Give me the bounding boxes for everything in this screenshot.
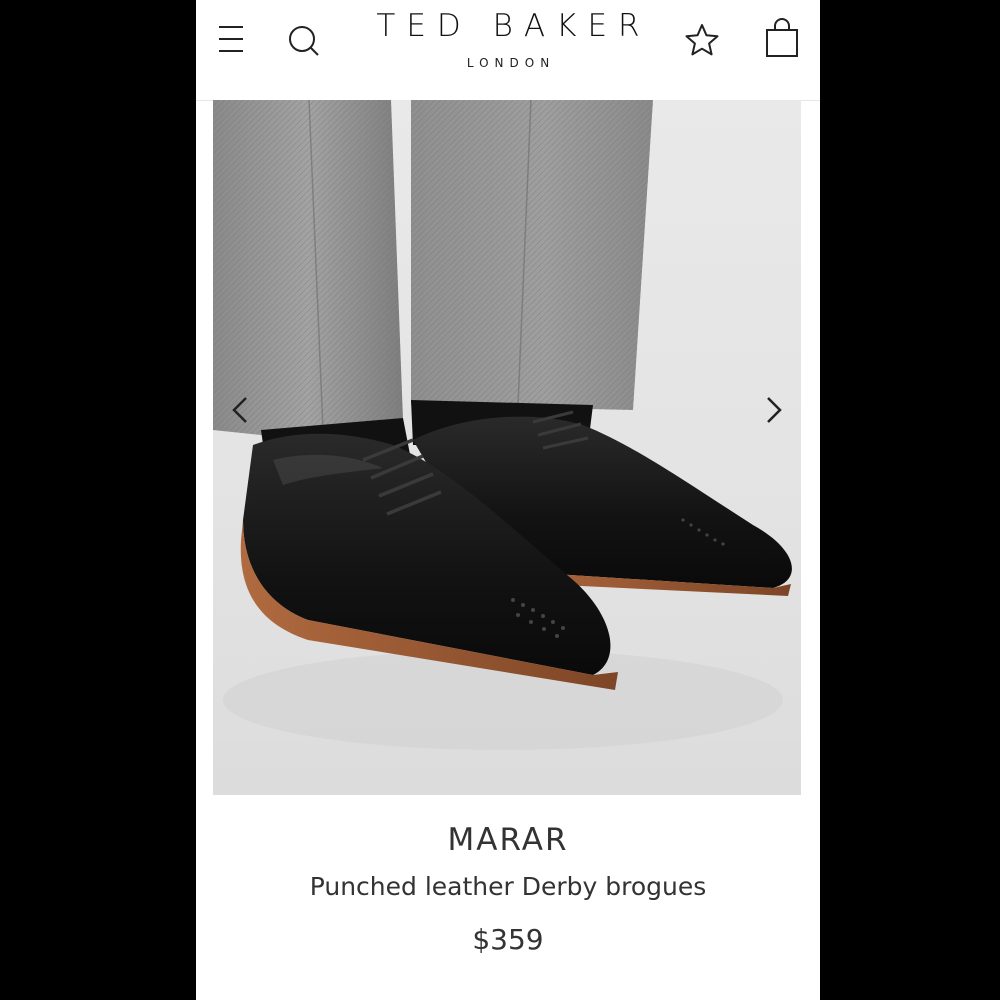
product-description: Punched leather Derby brogues xyxy=(309,872,707,901)
wishlist-button[interactable] xyxy=(682,20,722,60)
site-header: TED BAKER LONDON xyxy=(196,0,820,101)
gallery-next-button[interactable] xyxy=(753,390,793,430)
star-icon xyxy=(685,24,719,56)
shopping-bag-button[interactable] xyxy=(762,16,802,60)
gallery-prev-button[interactable] xyxy=(221,390,261,430)
shopping-bag-icon xyxy=(766,18,798,57)
product-photo xyxy=(213,100,792,750)
product-name[interactable]: MARAR xyxy=(196,820,820,860)
menu-button[interactable] xyxy=(216,20,246,56)
brand-name: TED BAKER xyxy=(376,8,651,44)
product-price: $359 xyxy=(472,923,544,956)
app-screen: TED BAKER LONDON MARAR Punched leather D… xyxy=(196,0,820,1000)
menu-icon xyxy=(219,26,243,52)
chevron-right-icon xyxy=(767,397,782,423)
brand-logo[interactable]: TED BAKER LONDON xyxy=(308,6,708,70)
brand-location: LONDON xyxy=(466,56,556,70)
product-image-gallery[interactable] xyxy=(213,100,801,795)
product-info: MARAR Punched leather Derby brogues $359 xyxy=(196,820,820,960)
chevron-left-icon xyxy=(232,397,247,423)
